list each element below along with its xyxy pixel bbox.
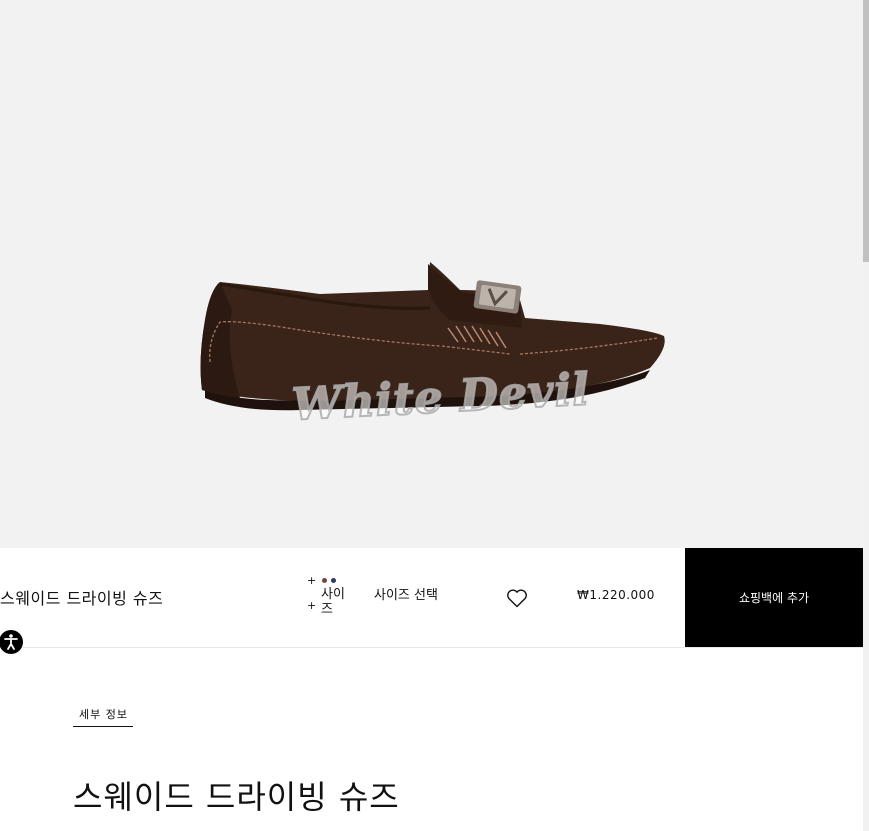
product-price: ₩1.220.000 xyxy=(577,588,655,602)
wishlist-heart-icon[interactable] xyxy=(505,586,529,610)
color-swatch-brown[interactable] xyxy=(322,578,327,583)
size-select-button[interactable]: 사이즈 선택 xyxy=(374,588,440,603)
scrollbar-thumb[interactable] xyxy=(863,0,869,262)
accessibility-icon[interactable] xyxy=(0,630,23,654)
color-swatch-navy[interactable] xyxy=(331,578,336,583)
product-image[interactable]: White Devil xyxy=(0,0,863,548)
tab-details[interactable]: 세부 정보 xyxy=(73,706,133,727)
product-title: 스웨이드 드라이빙 슈즈 xyxy=(0,589,164,608)
add-to-bag-button[interactable]: 쇼핑백에 추가 xyxy=(685,548,863,647)
size-plus: + xyxy=(307,599,317,612)
size-selector-compact[interactable]: + 사이즈 xyxy=(307,587,351,622)
color-plus: + xyxy=(307,574,317,587)
purchase-bar: 스웨이드 드라이빙 슈즈 + + 사이즈 사이즈 선택 ₩1.220.000 쇼… xyxy=(0,548,863,648)
size-short-label: 사이즈 xyxy=(321,587,345,617)
accessibility-figure-icon xyxy=(4,634,18,650)
product-heading: 스웨이드 드라이빙 슈즈 xyxy=(73,778,400,816)
page-scrollbar[interactable] xyxy=(863,0,869,831)
